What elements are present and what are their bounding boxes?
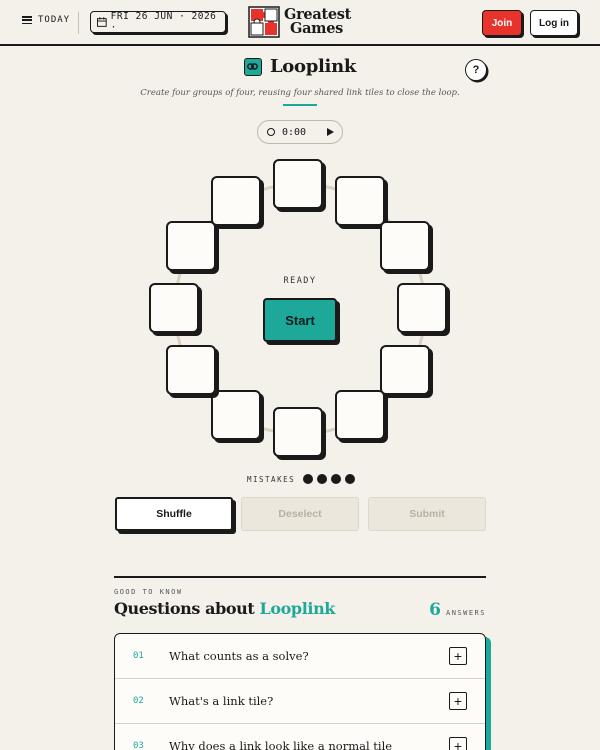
faq-count: 6 ANSWERS <box>429 600 486 620</box>
mistakes-indicator: MISTAKES <box>247 474 356 484</box>
faq-item-question: Why does a link look like a normal tile <box>169 739 393 750</box>
faq-item-question: What counts as a solve? <box>169 649 309 663</box>
date-picker[interactable]: FRI 26 JUN · 2026 · <box>90 11 226 33</box>
faq-item-number: 02 <box>133 696 144 706</box>
faq-item-question: What's a link tile? <box>169 694 274 708</box>
word-tile[interactable] <box>397 283 447 333</box>
plus-icon[interactable]: + <box>449 692 467 710</box>
game-subtitle: Create four groups of four, reusing four… <box>140 88 460 98</box>
clock-icon <box>267 128 275 136</box>
game-title-row: Looplink <box>0 56 600 77</box>
deselect-button[interactable]: Deselect <box>241 497 359 531</box>
word-tile[interactable] <box>273 407 323 457</box>
faq-item[interactable]: 01 What counts as a solve? + <box>115 634 485 679</box>
puzzle-logo-icon <box>248 6 280 38</box>
faq-item[interactable]: 02 What's a link tile? + <box>115 679 485 724</box>
word-tile[interactable] <box>211 175 261 226</box>
game-status: READY <box>283 276 317 286</box>
word-tile[interactable] <box>335 175 385 226</box>
faq-divider <box>114 576 486 578</box>
start-button[interactable]: Start <box>263 298 337 342</box>
mistakes-label: MISTAKES <box>247 474 296 484</box>
faq-title-prefix: Questions about <box>114 599 260 618</box>
link-icon <box>243 57 262 76</box>
word-tile[interactable] <box>335 390 385 441</box>
logo-wordmark: Greatest Games <box>284 7 351 37</box>
plus-icon[interactable]: + <box>449 647 467 665</box>
word-tile[interactable] <box>165 221 216 271</box>
faq-item-number: 03 <box>133 741 144 750</box>
word-tile[interactable] <box>380 345 431 395</box>
submit-button[interactable]: Submit <box>368 497 486 531</box>
timer-value: 0:00 <box>282 126 307 138</box>
header-divider <box>78 12 79 34</box>
shuffle-button[interactable]: Shuffle <box>115 497 233 531</box>
faq-count-number: 6 <box>429 600 441 620</box>
word-tile[interactable] <box>273 159 323 209</box>
subtitle-underline <box>283 104 317 106</box>
site-header: TODAY FRI 26 JUN · 2026 · Greatest Games… <box>0 0 600 46</box>
faq-title-accent: Looplink <box>259 599 336 618</box>
faq-title: Questions about Looplink <box>114 599 335 618</box>
faq-count-label: ANSWERS <box>445 609 486 617</box>
mistake-dot <box>345 474 356 484</box>
logo-line-2: Games <box>290 20 344 37</box>
play-icon[interactable] <box>327 128 335 136</box>
hamburger-icon <box>22 16 32 24</box>
today-menu[interactable]: TODAY <box>22 15 70 25</box>
timer[interactable]: 0:00 <box>257 120 343 144</box>
faq-list: 01 What counts as a solve? + 02 What's a… <box>114 633 486 750</box>
word-tile[interactable] <box>211 390 261 441</box>
date-label: FRI 26 JUN · 2026 · <box>110 11 217 33</box>
faq-item-number: 01 <box>133 651 144 661</box>
mistake-dot <box>303 474 314 484</box>
site-logo[interactable]: Greatest Games <box>248 6 351 38</box>
mistake-dot <box>317 474 328 484</box>
word-tile[interactable] <box>149 283 199 333</box>
today-label: TODAY <box>38 15 71 25</box>
login-button[interactable]: Log in <box>530 10 578 36</box>
word-tile[interactable] <box>380 221 431 271</box>
help-button[interactable]: ? <box>465 59 487 81</box>
faq-item[interactable]: 03 Why does a link look like a normal ti… <box>115 724 485 750</box>
page-title: Looplink <box>269 56 357 77</box>
join-button[interactable]: Join <box>482 10 522 36</box>
faq-eyebrow: GOOD TO KNOW <box>114 588 183 596</box>
calendar-icon <box>97 17 107 27</box>
word-tile[interactable] <box>165 345 216 395</box>
plus-icon[interactable]: + <box>449 737 467 750</box>
mistake-dot <box>331 474 342 484</box>
mistakes-dots <box>303 474 356 484</box>
